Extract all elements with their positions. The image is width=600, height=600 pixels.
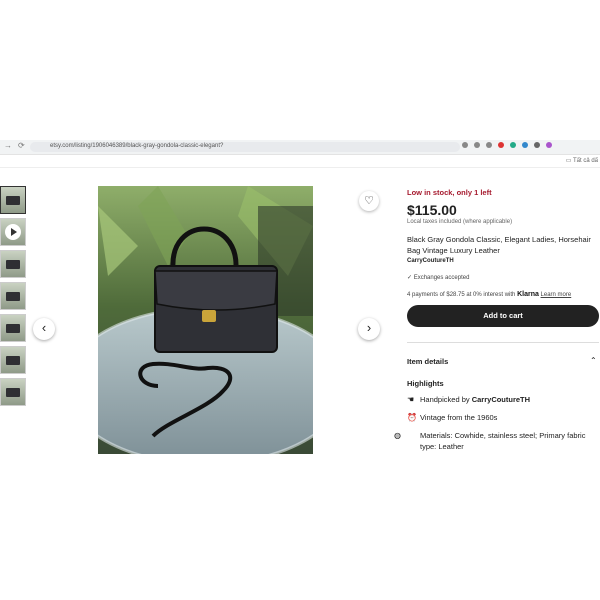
highlight-handpicked: ☚ Handpicked by CarryCoutureTH: [407, 394, 597, 405]
learn-more-link[interactable]: Learn more: [541, 292, 572, 298]
extension-icon[interactable]: [498, 142, 504, 148]
curator-name[interactable]: CarryCoutureTH: [472, 395, 530, 404]
listing-title: Black Gray Gondola Classic, Elegant Ladi…: [407, 235, 591, 255]
extension-icon[interactable]: [522, 142, 528, 148]
klarna-row: 4 payments of $28.75 at 0% interest with…: [407, 291, 597, 298]
extension-icon[interactable]: [510, 142, 516, 148]
check-icon: ✓: [407, 275, 414, 281]
favorite-heart-icon[interactable]: ♡: [359, 191, 379, 211]
url-text: etsy.com/listing/1906046389/black-gray-g…: [50, 143, 224, 149]
thumbnail[interactable]: [0, 314, 26, 342]
seller-link[interactable]: CarryCoutureTH: [407, 258, 597, 264]
materials-icon: ◍: [394, 431, 401, 440]
extension-icon[interactable]: [534, 142, 540, 148]
highlight-materials: ◍ Materials: Cowhide, stainless steel; Pr…: [394, 430, 597, 452]
exchanges-row: ✓ Exchanges accepted: [407, 274, 597, 281]
highlight-vintage: ⏰ Vintage from the 1960s: [407, 412, 597, 423]
handpicked-label: Handpicked by: [420, 395, 470, 404]
klarna-logo: Klarna: [517, 291, 539, 298]
chevron-up-icon[interactable]: ⌃: [590, 356, 597, 365]
address-bar[interactable]: etsy.com/listing/1906046389/black-gray-g…: [30, 142, 460, 152]
stock-notice: Low in stock, only 1 left: [407, 188, 492, 197]
item-details-header[interactable]: Item details: [407, 357, 597, 366]
reload-icon[interactable]: ⟳: [18, 141, 25, 150]
vintage-text: Vintage from the 1960s: [420, 413, 498, 422]
thumbnail[interactable]: [0, 186, 26, 214]
exchanges-text: Exchanges accepted: [413, 275, 470, 281]
thumbnail[interactable]: [0, 282, 26, 310]
thumbnail[interactable]: [0, 346, 26, 374]
highlights-title: Highlights: [407, 379, 444, 388]
video-thumbnail[interactable]: [0, 218, 26, 246]
all-bookmarks[interactable]: ▭ Tất cả dấ: [566, 157, 598, 164]
play-icon: [5, 224, 21, 240]
price: $115.00: [407, 202, 457, 218]
thumbnail[interactable]: [0, 378, 26, 406]
back-icon[interactable]: →: [4, 141, 12, 150]
klarna-text: 4 payments of $28.75 at 0% interest with: [407, 292, 516, 298]
clock-icon: ⏰: [407, 413, 417, 422]
materials-text: Materials: Cowhide, stainless steel; Pri…: [420, 431, 586, 451]
extension-icon[interactable]: [462, 142, 468, 148]
add-to-cart-button[interactable]: Add to cart: [407, 305, 599, 327]
browser-toolbar: → ⟳ etsy.com/listing/1906046389/black-gr…: [0, 140, 600, 155]
thumbnail-strip: [0, 186, 26, 410]
bookmark-bar: ▭ Tất cả dấ: [0, 155, 600, 168]
hand-icon: ☚: [407, 395, 415, 404]
extension-icons: [462, 142, 552, 148]
divider: [407, 342, 599, 343]
bookmark-label: Tất cả dấ: [572, 158, 598, 164]
star-icon[interactable]: [486, 142, 492, 148]
product-photo: [98, 186, 313, 454]
thumbnail[interactable]: [0, 250, 26, 278]
extension-icon[interactable]: [474, 142, 480, 148]
bag-photo-illustration: [98, 186, 313, 454]
profile-icon[interactable]: [546, 142, 552, 148]
previous-image-button[interactable]: ‹: [33, 318, 55, 340]
next-image-button[interactable]: ›: [358, 318, 380, 340]
tax-note: Local taxes included (where applicable): [407, 219, 513, 225]
